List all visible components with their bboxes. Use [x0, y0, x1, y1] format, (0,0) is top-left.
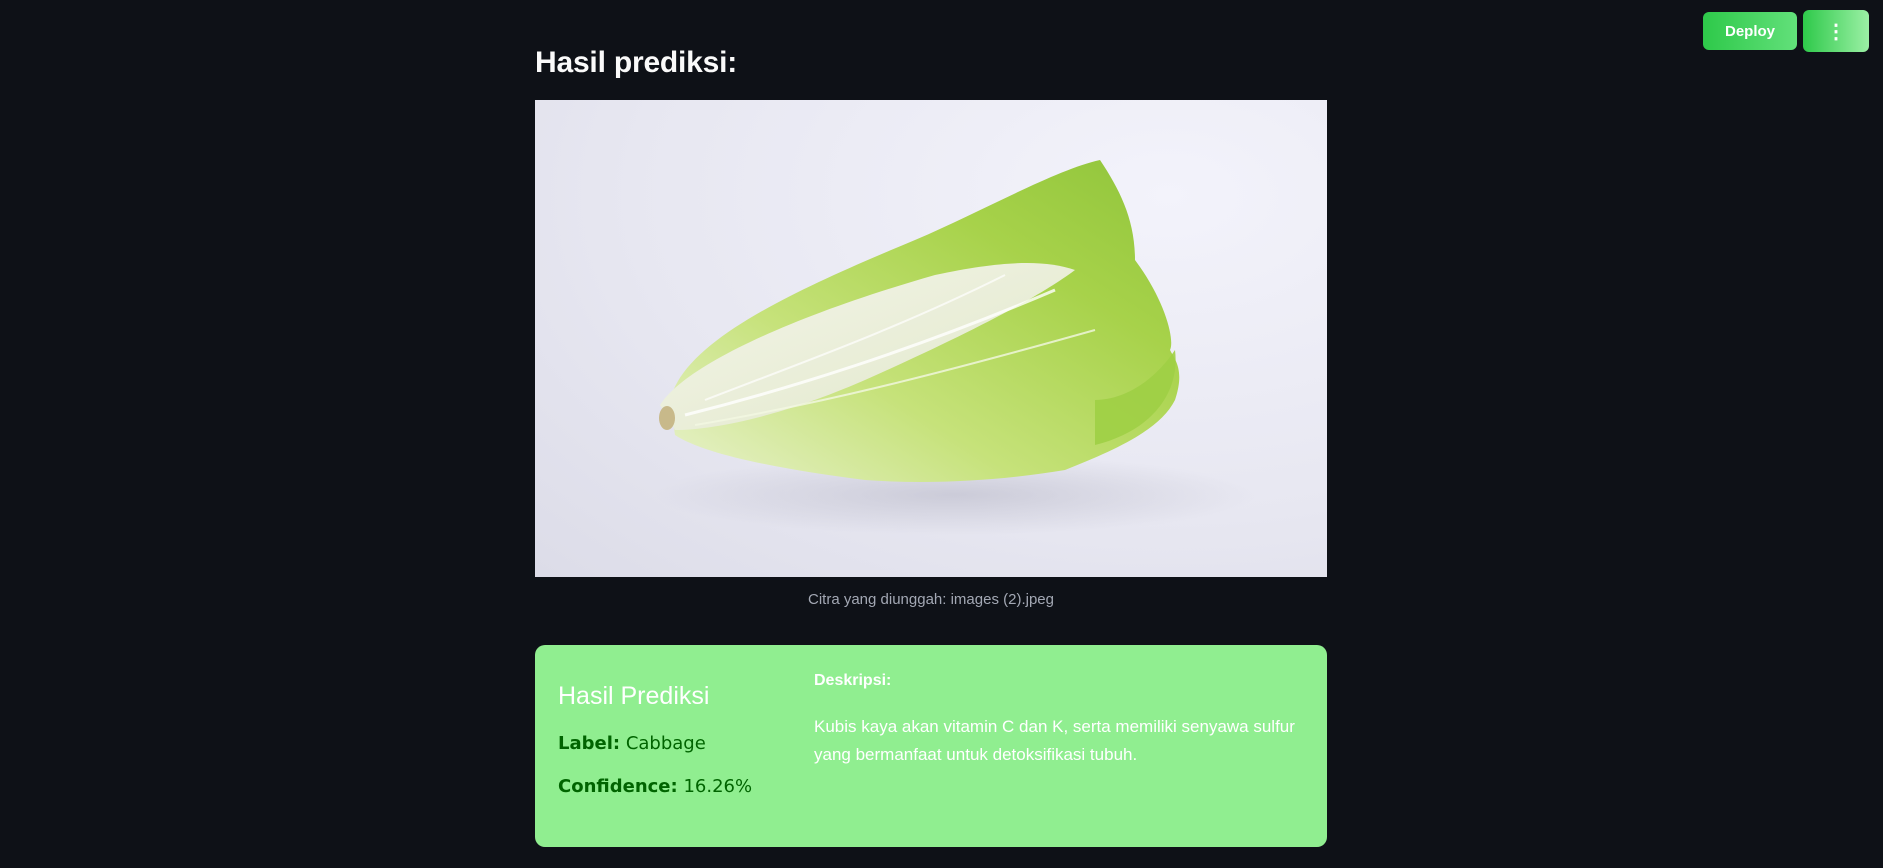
description-section: Deskripsi: Kubis kaya akan vitamin C dan…: [814, 672, 1304, 813]
prediction-summary: Hasil Prediksi Label: Cabbage Confidence…: [558, 679, 814, 813]
confidence-value: 16.26%: [683, 776, 753, 797]
page-title: Hasil prediksi:: [535, 46, 738, 79]
label-value: Cabbage: [625, 733, 706, 754]
description-title: Deskripsi:: [814, 672, 892, 689]
deploy-button[interactable]: Deploy: [1703, 12, 1797, 50]
top-toolbar: Deploy ⋮: [1703, 10, 1869, 52]
uploaded-image: [535, 100, 1327, 577]
label-row: Label: Cabbage: [558, 733, 814, 754]
cabbage-image: [655, 160, 1255, 535]
image-caption: Citra yang diunggah: images (2).jpeg: [808, 591, 1054, 608]
confidence-key: Confidence:: [558, 776, 678, 797]
main-content: Hasil prediksi: Citra yang diunggah: ima…: [535, 0, 1327, 847]
description-text: Kubis kaya akan vitamin C dan K, serta m…: [814, 717, 1295, 764]
confidence-row: Confidence: 16.26%: [558, 776, 814, 797]
main-menu-button[interactable]: ⋮: [1803, 10, 1869, 52]
prediction-result-card: Hasil Prediksi Label: Cabbage Confidence…: [535, 645, 1327, 847]
vertical-ellipsis-icon: ⋮: [1826, 20, 1846, 43]
label-key: Label:: [558, 733, 621, 754]
result-heading: Hasil Prediksi: [558, 682, 710, 710]
